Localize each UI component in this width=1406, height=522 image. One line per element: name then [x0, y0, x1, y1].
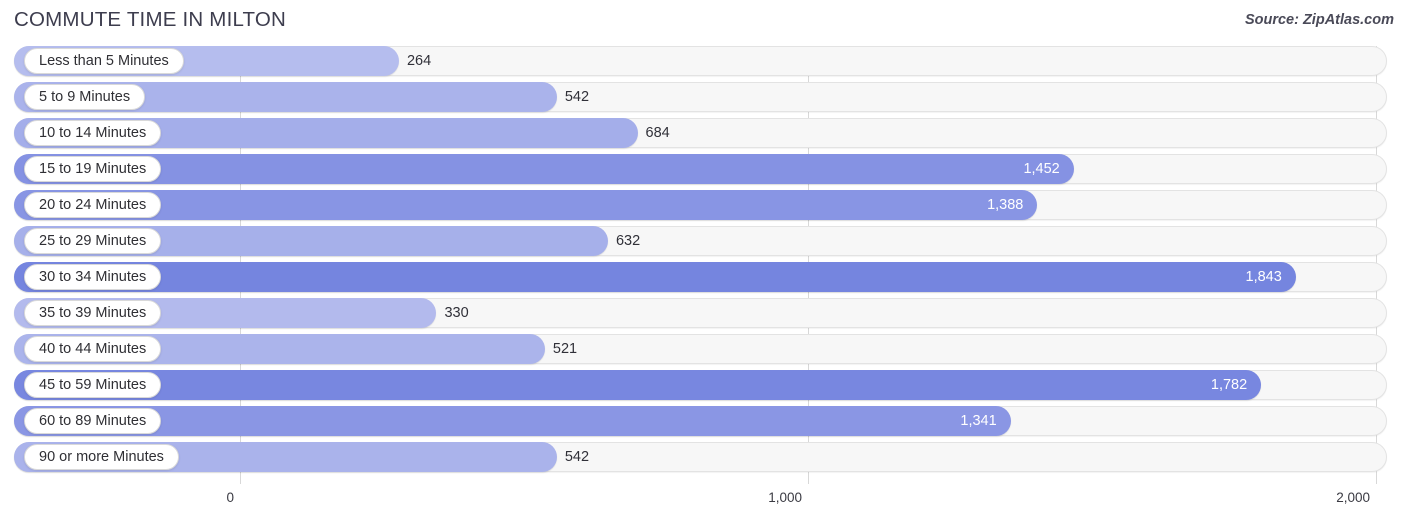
axis-tick-label: 2,000: [1336, 490, 1370, 505]
category-pill[interactable]: 90 or more Minutes: [24, 444, 179, 470]
value-label: 542: [564, 449, 590, 465]
value-label: 684: [645, 125, 670, 141]
value-label: 1,843: [1245, 269, 1282, 285]
category-pill[interactable]: 60 to 89 Minutes: [24, 408, 162, 434]
bar-row: 15 to 19 Minutes 1,452: [0, 154, 1406, 184]
bar-row: 35 to 39 Minutes 330: [0, 298, 1406, 328]
category-pill[interactable]: 35 to 39 Minutes: [24, 300, 162, 326]
axis-tick-label: 0: [226, 490, 234, 505]
category-pill[interactable]: 10 to 14 Minutes: [24, 120, 162, 146]
chart-header: COMMUTE TIME IN MILTON Source: ZipAtlas.…: [0, 0, 1406, 44]
bar-row: 90 or more Minutes 542: [0, 442, 1406, 472]
value-label: 264: [406, 53, 432, 69]
plot-area: Less than 5 Minutes 264 5 to 9 Minutes 542 1…: [0, 46, 1406, 484]
category-pill[interactable]: 15 to 19 Minutes: [24, 156, 162, 182]
value-bar[interactable]: [14, 370, 1262, 400]
category-label: 45 to 59 Minutes: [39, 376, 147, 393]
value-label: 1,388: [987, 197, 1024, 213]
axis-tick-label: 1,000: [768, 490, 802, 505]
category-pill[interactable]: Less than 5 Minutes: [24, 48, 184, 74]
bar-row: 25 to 29 Minutes 632: [0, 226, 1406, 256]
category-label: 20 to 24 Minutes: [39, 196, 147, 213]
category-label: 25 to 29 Minutes: [39, 232, 147, 249]
category-pill[interactable]: 25 to 29 Minutes: [24, 228, 162, 254]
bar-row: 30 to 34 Minutes 1,843: [0, 262, 1406, 292]
value-label: 542: [564, 89, 590, 105]
bar-rows: Less than 5 Minutes 264 5 to 9 Minutes 542 1…: [0, 46, 1406, 478]
category-label: 35 to 39 Minutes: [39, 304, 147, 321]
bar-row: 60 to 89 Minutes 1,341: [0, 406, 1406, 436]
source-attribution: Source: ZipAtlas.com: [1244, 12, 1394, 28]
page-title: COMMUTE TIME IN MILTON: [14, 8, 287, 31]
bar-row: 10 to 14 Minutes 684: [0, 118, 1406, 148]
value-label: 632: [615, 233, 641, 249]
value-bar[interactable]: [14, 406, 1011, 436]
category-label: Less than 5 Minutes: [39, 52, 169, 69]
value-label: 521: [552, 341, 578, 357]
value-label: 330: [444, 305, 469, 321]
value-bar[interactable]: [14, 190, 1038, 220]
value-label: 1,452: [1023, 161, 1060, 177]
x-axis: 0 1,000 2,000: [0, 484, 1406, 522]
category-label: 15 to 19 Minutes: [39, 160, 147, 177]
chart-page: COMMUTE TIME IN MILTON Source: ZipAtlas.…: [0, 0, 1406, 522]
category-label: 10 to 14 Minutes: [39, 124, 147, 141]
value-bar[interactable]: [14, 262, 1296, 292]
bar-row: 20 to 24 Minutes 1,388: [0, 190, 1406, 220]
category-pill[interactable]: 40 to 44 Minutes: [24, 336, 162, 362]
bar-row: Less than 5 Minutes 264: [0, 46, 1406, 76]
category-pill[interactable]: 5 to 9 Minutes: [24, 84, 146, 110]
category-label: 40 to 44 Minutes: [39, 340, 147, 357]
category-pill[interactable]: 45 to 59 Minutes: [24, 372, 162, 398]
category-label: 90 or more Minutes: [39, 448, 164, 465]
value-label: 1,341: [960, 413, 997, 429]
category-pill[interactable]: 30 to 34 Minutes: [24, 264, 162, 290]
bar-row: 45 to 59 Minutes 1,782: [0, 370, 1406, 400]
value-bar[interactable]: [14, 154, 1074, 184]
category-label: 60 to 89 Minutes: [39, 412, 147, 429]
category-label: 30 to 34 Minutes: [39, 268, 147, 285]
category-pill[interactable]: 20 to 24 Minutes: [24, 192, 162, 218]
category-label: 5 to 9 Minutes: [39, 88, 131, 105]
bar-row: 40 to 44 Minutes 521: [0, 334, 1406, 364]
bar-row: 5 to 9 Minutes 542: [0, 82, 1406, 112]
value-label: 1,782: [1210, 377, 1248, 393]
